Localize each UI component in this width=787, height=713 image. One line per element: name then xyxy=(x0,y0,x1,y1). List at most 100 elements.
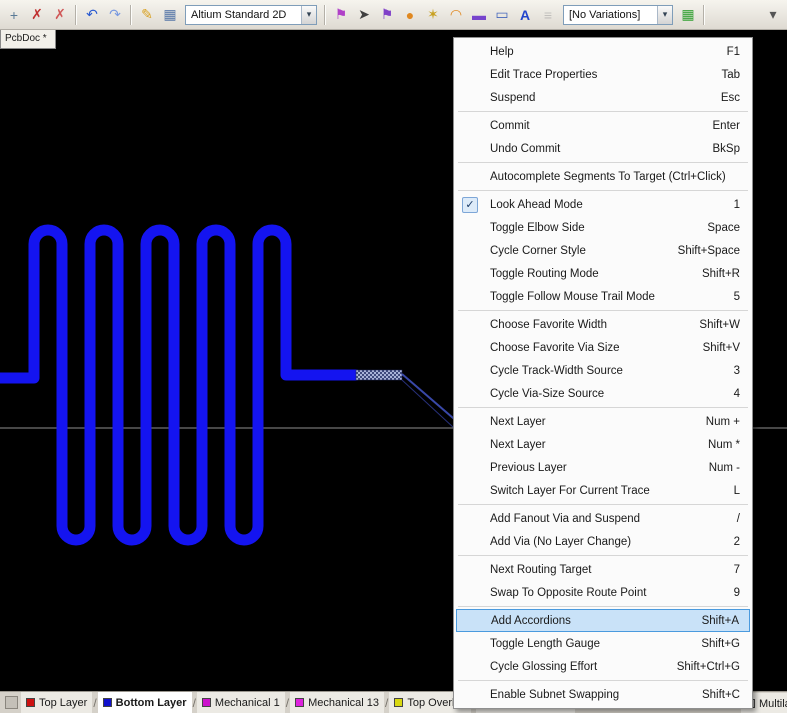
layer-color-swatch xyxy=(26,698,35,707)
menu-item-add-via-no-layer-change[interactable]: Add Via (No Layer Change)2 xyxy=(456,530,750,553)
toolbar-separator xyxy=(703,5,705,25)
menu-item-label: Previous Layer xyxy=(484,462,709,474)
document-tab[interactable]: PcbDoc * xyxy=(0,30,56,49)
layer-tab-divider: / xyxy=(286,696,289,710)
dropdown-arrow-icon[interactable]: ▾ xyxy=(657,6,672,24)
menu-item-label: Look Ahead Mode xyxy=(484,199,734,211)
layer-sets-button[interactable] xyxy=(5,696,18,709)
variations-select[interactable]: [No Variations]▾ xyxy=(563,5,673,25)
menu-item-add-accordions[interactable]: Add AccordionsShift+A xyxy=(456,609,750,632)
menu-item-shortcut: 7 xyxy=(734,564,750,576)
menu-item-label: Edit Trace Properties xyxy=(484,69,721,81)
menu-item-shortcut: Space xyxy=(707,222,750,234)
layer-tab-divider: / xyxy=(193,696,196,710)
menu-item-shortcut: Enter xyxy=(713,120,751,132)
menu-item-next-routing-target[interactable]: Next Routing Target7 xyxy=(456,558,750,581)
arc-icon[interactable]: ◠ xyxy=(445,4,467,26)
menu-item-autocomplete-segments-to-target-ctrl-click[interactable]: Autocomplete Segments To Target (Ctrl+Cl… xyxy=(456,165,750,188)
menu-item-undo-commit[interactable]: Undo CommitBkSp xyxy=(456,137,750,160)
menu-item-choose-favorite-width[interactable]: Choose Favorite WidthShift+W xyxy=(456,313,750,336)
view-configuration-select[interactable]: Altium Standard 2D▾ xyxy=(185,5,317,25)
menu-item-label: Enable Subnet Swapping xyxy=(484,689,702,701)
menu-item-cycle-via-size-source[interactable]: Cycle Via-Size Source4 xyxy=(456,382,750,405)
menu-item-toggle-follow-mouse-trail-mode[interactable]: Toggle Follow Mouse Trail Mode5 xyxy=(456,285,750,308)
menu-item-previous-layer[interactable]: Previous LayerNum - xyxy=(456,456,750,479)
menu-item-next-layer[interactable]: Next LayerNum + xyxy=(456,410,750,433)
redo-icon[interactable]: ↷ xyxy=(104,4,126,26)
main-toolbar: +✗✗↶↷✎▦Altium Standard 2D▾⚑➤⚑●✶◠▬▭A≡[No … xyxy=(0,0,787,30)
layer-color-swatch xyxy=(103,698,112,707)
layer-tab-bottom-layer[interactable]: Bottom Layer xyxy=(98,692,192,713)
menu-item-label: Next Layer xyxy=(484,439,708,451)
menu-item-toggle-elbow-side[interactable]: Toggle Elbow SideSpace xyxy=(456,216,750,239)
menu-item-choose-favorite-via-size[interactable]: Choose Favorite Via SizeShift+V xyxy=(456,336,750,359)
menu-item-shortcut: F1 xyxy=(727,46,750,58)
view-configuration-select-value: Altium Standard 2D xyxy=(186,9,301,21)
toolbar-overflow-arrow-icon[interactable]: ▾ xyxy=(762,4,784,26)
key-icon[interactable]: ✶ xyxy=(422,4,444,26)
fill-icon[interactable]: ▬ xyxy=(468,4,490,26)
route-arrow-icon[interactable]: ➤ xyxy=(353,4,375,26)
clear-net-x-icon[interactable]: ✗ xyxy=(26,4,48,26)
look-ahead-guide-line xyxy=(402,374,460,424)
menu-item-label: Help xyxy=(484,46,727,58)
menu-item-add-fanout-via-and-suspend[interactable]: Add Fanout Via and Suspend/ xyxy=(456,507,750,530)
menu-item-label: Autocomplete Segments To Target (Ctrl+Cl… xyxy=(484,171,740,183)
menu-item-look-ahead-mode[interactable]: ✓Look Ahead Mode1 xyxy=(456,193,750,216)
menu-item-edit-trace-properties[interactable]: Edit Trace PropertiesTab xyxy=(456,63,750,86)
serpentine-trace[interactable] xyxy=(0,230,356,540)
menu-separator xyxy=(458,555,748,556)
menu-item-label: Commit xyxy=(484,120,713,132)
snippets-icon[interactable]: ▦ xyxy=(159,4,181,26)
menu-item-enable-subnet-swapping[interactable]: Enable Subnet SwappingShift+C xyxy=(456,683,750,706)
board-icon[interactable]: ▦ xyxy=(677,4,699,26)
menu-item-label: Cycle Glossing Effort xyxy=(484,661,677,673)
interactive-routing-icon[interactable]: ⚑ xyxy=(376,4,398,26)
menu-item-commit[interactable]: CommitEnter xyxy=(456,114,750,137)
layer-tab-top-layer[interactable]: Top Layer xyxy=(21,692,92,713)
menu-item-suspend[interactable]: SuspendEsc xyxy=(456,86,750,109)
menu-item-cycle-glossing-effort[interactable]: Cycle Glossing EffortShift+Ctrl+G xyxy=(456,655,750,678)
hatched-trace-segment[interactable] xyxy=(356,370,402,380)
menu-item-shortcut: 4 xyxy=(734,388,750,400)
menu-item-shortcut: Num - xyxy=(709,462,750,474)
dropdown-arrow-icon[interactable]: ▾ xyxy=(301,6,316,24)
region-icon[interactable]: ▭ xyxy=(491,4,513,26)
menu-separator xyxy=(458,162,748,163)
layer-color-swatch xyxy=(202,698,211,707)
menu-item-label: Next Routing Target xyxy=(484,564,734,576)
clear-all-x-icon[interactable]: ✗ xyxy=(49,4,71,26)
toolbar-separator xyxy=(75,5,77,25)
menu-item-shortcut: Tab xyxy=(721,69,750,81)
pencil-edit-icon[interactable]: ✎ xyxy=(136,4,158,26)
layer-tab-mechanical-1[interactable]: Mechanical 1 xyxy=(197,692,285,713)
menu-item-shortcut: Shift+Space xyxy=(678,245,750,257)
menu-item-toggle-routing-mode[interactable]: Toggle Routing ModeShift+R xyxy=(456,262,750,285)
undo-icon[interactable]: ↶ xyxy=(81,4,103,26)
layer-color-swatch xyxy=(394,698,403,707)
pad-icon[interactable]: ● xyxy=(399,4,421,26)
layer-tab-divider: / xyxy=(385,696,388,710)
menu-item-switch-layer-for-current-trace[interactable]: Switch Layer For Current TraceL xyxy=(456,479,750,502)
layer-color-swatch xyxy=(295,698,304,707)
layer-tab-label: Top Layer xyxy=(39,697,87,709)
menu-item-cycle-corner-style[interactable]: Cycle Corner StyleShift+Space xyxy=(456,239,750,262)
menu-item-swap-to-opposite-route-point[interactable]: Swap To Opposite Route Point9 xyxy=(456,581,750,604)
move-cross-icon[interactable]: + xyxy=(3,4,25,26)
menu-item-shortcut: Esc xyxy=(721,92,750,104)
dimension-icon[interactable]: ≡ xyxy=(537,4,559,26)
menu-item-help[interactable]: HelpF1 xyxy=(456,40,750,63)
toolbar-separator xyxy=(324,5,326,25)
menu-item-toggle-length-gauge[interactable]: Toggle Length GaugeShift+G xyxy=(456,632,750,655)
menu-item-cycle-track-width-source[interactable]: Cycle Track-Width Source3 xyxy=(456,359,750,382)
menu-item-shortcut: Num + xyxy=(706,416,750,428)
variations-select-value: [No Variations] xyxy=(564,9,657,21)
release-flag-icon[interactable]: ⚑ xyxy=(330,4,352,26)
menu-item-next-layer[interactable]: Next LayerNum * xyxy=(456,433,750,456)
string-icon[interactable]: A xyxy=(514,4,536,26)
layer-tab-mechanical-13[interactable]: Mechanical 13 xyxy=(290,692,384,713)
layer-tab-label: Multilayer xyxy=(759,698,787,710)
menu-item-label: Add Accordions xyxy=(485,615,702,627)
menu-separator xyxy=(458,111,748,112)
menu-item-shortcut: Shift+R xyxy=(702,268,750,280)
